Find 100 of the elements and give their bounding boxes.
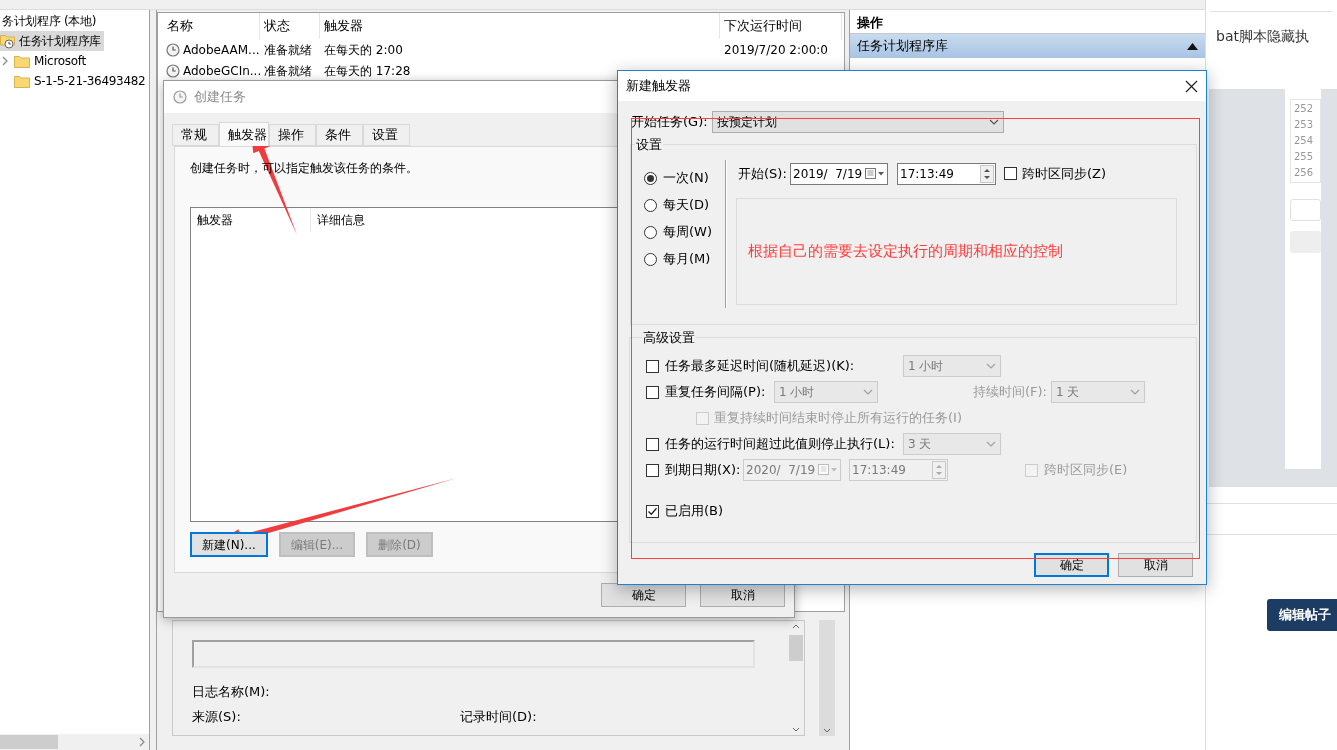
folder-icon — [14, 54, 30, 68]
chevron-right-icon — [139, 737, 145, 747]
tree-item[interactable]: 务计划程序 (本地) — [2, 11, 100, 31]
column-header[interactable]: 详细信息 — [311, 208, 371, 232]
input-field[interactable] — [1290, 199, 1321, 221]
vertical-scrollbar[interactable] — [819, 620, 835, 736]
date-field[interactable]: 2019/ 7/19 — [790, 162, 888, 185]
clock-icon — [173, 90, 187, 104]
tree-item[interactable]: 任务计划程序库 — [0, 31, 104, 51]
column-header[interactable]: 触发器 — [320, 13, 720, 39]
section-header[interactable]: 任务计划程序库 — [850, 34, 1205, 58]
calendar-icon — [818, 464, 838, 476]
checkbox[interactable] — [646, 463, 659, 477]
chevron-down-icon — [986, 363, 996, 369]
option-label: 任务的运行时间超过此值则停止执行(L): — [665, 435, 896, 454]
field-label: 开始(S): — [737, 164, 788, 183]
option-label: 已启用(B) — [665, 502, 724, 521]
clock-icon — [166, 63, 180, 78]
field-label: 记录时间(D): — [460, 707, 537, 726]
scroll-thumb[interactable] — [0, 735, 58, 749]
time-field[interactable]: 17:13:49 — [897, 162, 996, 185]
chevron-down-icon — [986, 441, 996, 447]
tree-item[interactable]: Microsoft — [14, 51, 89, 71]
pane-title: 操作 — [857, 13, 883, 32]
option-label: 任务最多延迟时间(随机延迟)(K): — [665, 357, 856, 376]
column-header[interactable]: 状态 — [260, 13, 320, 39]
dialog-button[interactable]: 确定 — [1034, 553, 1109, 577]
field-label: 来源(S): — [192, 707, 242, 726]
dropdown[interactable]: 1 小时 — [903, 355, 1001, 377]
collapse-icon — [1187, 42, 1198, 50]
close-icon[interactable] — [1185, 79, 1198, 93]
post-title: bat脚本隐藏执 — [1215, 27, 1310, 46]
radio-button[interactable] — [644, 225, 657, 239]
text-field[interactable] — [192, 640, 755, 668]
checkbox[interactable] — [646, 504, 659, 518]
chevron-right-icon — [2, 56, 8, 66]
time-field[interactable]: 17:13:49 — [849, 459, 948, 481]
tab[interactable]: 操作 — [269, 124, 316, 146]
scroll-down-icon[interactable] — [823, 728, 831, 733]
scroll-up-icon[interactable] — [792, 624, 800, 629]
window-title: 创建任务 — [194, 88, 246, 107]
dialog-button[interactable]: 确定 — [601, 583, 686, 607]
horizontal-scrollbar[interactable] — [0, 734, 149, 750]
group-title: 设置 — [635, 136, 663, 154]
chevron-down-icon — [863, 389, 873, 395]
clock-icon — [166, 42, 180, 57]
field-label: 日志名称(M): — [192, 683, 271, 701]
radio-label: 每月(M) — [663, 250, 711, 269]
spin-icon — [980, 164, 994, 183]
column-header[interactable]: 下次运行时间 — [720, 13, 842, 39]
checkbox[interactable] — [646, 359, 659, 373]
option-label: 重复持续时间结束时停止所有运行的任务(I) — [714, 409, 962, 428]
line-number: 256 — [1294, 166, 1315, 180]
task-name: AdobeAAM... — [183, 41, 260, 59]
action-button[interactable]: 新建(N)... — [190, 532, 268, 557]
radio-label: 每周(W) — [663, 223, 712, 242]
chevron-down-icon — [989, 119, 999, 125]
radio-button[interactable] — [644, 252, 657, 266]
dialog-button[interactable]: 取消 — [1118, 553, 1193, 577]
group-title: 高级设置 — [642, 328, 696, 347]
date-field[interactable]: 2020/ 7/19 — [743, 459, 841, 481]
dropdown[interactable]: 3 天 — [903, 433, 1001, 455]
dropdown[interactable]: 1 小时 — [774, 381, 878, 403]
table-cell-text: 准备就绪 — [263, 62, 313, 80]
window-title: 新建触发器 — [626, 77, 691, 96]
line-number: 255 — [1294, 150, 1315, 164]
folder-clock-icon — [0, 33, 16, 49]
tab[interactable]: 触发器 — [219, 122, 269, 146]
dialog-button[interactable]: 取消 — [700, 583, 785, 607]
option-label: 持续时间(F): — [973, 383, 1048, 402]
tab[interactable]: 设置 — [363, 124, 410, 146]
tab[interactable]: 常规 — [172, 124, 219, 146]
table-cell-text: 2019/7/20 2:00:0 — [723, 41, 829, 59]
table-cell-text: 在每天的 17:28 — [323, 62, 412, 80]
checkbox[interactable] — [1004, 167, 1017, 180]
table-cell-text: 准备就绪 — [263, 41, 313, 59]
scroll-thumb[interactable] — [789, 635, 803, 661]
line-number: 253 — [1294, 118, 1315, 132]
tree-item[interactable]: S-1-5-21-36493482 — [14, 71, 149, 91]
table-cell-text: 在每天的 2:00 — [323, 41, 404, 59]
line-number: 254 — [1294, 134, 1315, 148]
option-label: 到期日期(X): — [665, 461, 742, 480]
spin-icon — [932, 461, 946, 479]
tab[interactable]: 条件 — [316, 124, 363, 146]
radio-button[interactable] — [644, 171, 657, 185]
chevron-down-icon — [1130, 389, 1140, 395]
checkbox[interactable] — [646, 437, 659, 451]
folder-icon — [14, 74, 30, 88]
column-header[interactable]: 名称 — [163, 13, 260, 39]
scroll-down-icon[interactable] — [792, 727, 800, 732]
dropdown[interactable]: 1 天 — [1051, 381, 1145, 403]
checkbox[interactable] — [646, 385, 659, 399]
option-label: 跨时区同步(E) — [1044, 461, 1128, 480]
line-number: 252 — [1294, 102, 1315, 116]
radio-label: 一次(N) — [663, 169, 709, 188]
edit-post-button[interactable]: 编辑帖子 — [1267, 599, 1337, 631]
option-label: 跨时区同步(Z) — [1022, 164, 1107, 183]
radio-button[interactable] — [644, 198, 657, 212]
option-label: 重复任务间隔(P): — [665, 383, 767, 402]
task-name: AdobeGCIn... — [183, 62, 262, 80]
